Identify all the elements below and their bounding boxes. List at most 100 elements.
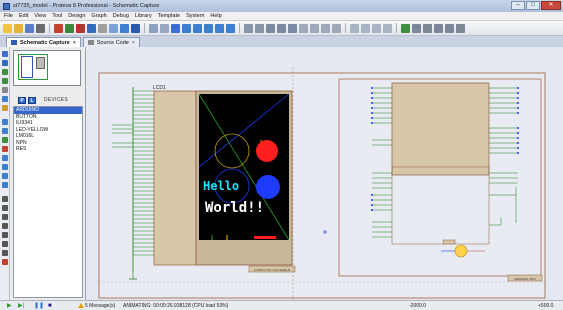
subcircuit-icon[interactable] bbox=[2, 105, 8, 111]
device-item-res[interactable]: RES bbox=[14, 146, 82, 153]
overview-viewport bbox=[21, 56, 33, 78]
remove-sheet-icon[interactable] bbox=[456, 23, 465, 33]
cut-icon[interactable] bbox=[266, 23, 275, 33]
block-delete-icon[interactable] bbox=[332, 23, 341, 33]
wire-autorouter-icon[interactable] bbox=[401, 23, 410, 33]
minimize-button[interactable]: – bbox=[511, 1, 525, 10]
wire-label-icon[interactable] bbox=[2, 78, 8, 84]
library-manager-button[interactable]: L bbox=[28, 96, 36, 104]
zoom-in-icon[interactable] bbox=[193, 23, 202, 33]
zoom-out-icon[interactable] bbox=[204, 23, 213, 33]
resistor[interactable] bbox=[442, 239, 456, 245]
home-icon[interactable] bbox=[54, 23, 63, 33]
save-icon[interactable] bbox=[25, 23, 34, 33]
new-file-icon[interactable] bbox=[3, 23, 12, 33]
pcb-icon[interactable] bbox=[76, 23, 85, 33]
schematic-drawing[interactable]: LCD1 Hello World!! 2.4INCH TFT LCD SHIEL… bbox=[86, 47, 563, 300]
generator-icon[interactable] bbox=[2, 155, 8, 161]
grid-icon[interactable] bbox=[160, 23, 169, 33]
menu-view[interactable]: View bbox=[34, 13, 46, 19]
redo-icon[interactable] bbox=[255, 23, 264, 33]
copy-icon[interactable] bbox=[277, 23, 286, 33]
text-2d-icon[interactable] bbox=[2, 241, 8, 247]
graph-icon[interactable] bbox=[2, 137, 8, 143]
menu-library[interactable]: Library bbox=[135, 13, 152, 19]
symbol-2d-icon[interactable] bbox=[2, 250, 8, 256]
block-copy-icon[interactable] bbox=[299, 23, 308, 33]
arc-2d-icon[interactable] bbox=[2, 223, 8, 229]
tab-schematic-capture[interactable]: Schematic Capture × bbox=[6, 37, 81, 47]
messages-count[interactable]: 5 Message(s) bbox=[85, 303, 115, 309]
3d-view-icon[interactable] bbox=[87, 23, 96, 33]
zoom-all-icon[interactable] bbox=[215, 23, 224, 33]
play-icon[interactable]: ▶ bbox=[7, 303, 12, 309]
yellow-led[interactable] bbox=[454, 244, 468, 258]
menu-debug[interactable]: Debug bbox=[113, 13, 129, 19]
menu-template[interactable]: Template bbox=[158, 13, 180, 19]
menu-help[interactable]: Help bbox=[210, 13, 221, 19]
proteus-app-icon[interactable] bbox=[3, 2, 10, 10]
voltage-probe-icon[interactable] bbox=[2, 164, 8, 170]
menu-design[interactable]: Design bbox=[68, 13, 85, 19]
search-tag-icon[interactable] bbox=[412, 23, 421, 33]
path-2d-icon[interactable] bbox=[2, 232, 8, 238]
circle-2d-icon[interactable] bbox=[2, 214, 8, 220]
lcd-reference: LCD1 bbox=[153, 85, 166, 91]
menu-edit[interactable]: Edit bbox=[19, 13, 28, 19]
current-probe-icon[interactable] bbox=[2, 173, 8, 179]
close-tab-icon[interactable]: × bbox=[132, 40, 135, 46]
menu-graph[interactable]: Graph bbox=[91, 13, 106, 19]
step-icon[interactable]: ▶| bbox=[18, 303, 24, 309]
junction-dot-icon[interactable] bbox=[2, 69, 8, 75]
box-2d-icon[interactable] bbox=[2, 205, 8, 211]
pause-icon[interactable]: ❚❚ bbox=[34, 303, 44, 309]
zoom-area-icon[interactable] bbox=[226, 23, 235, 33]
selection-mode-icon[interactable] bbox=[2, 51, 8, 57]
package-tool-icon[interactable] bbox=[372, 23, 381, 33]
line-2d-icon[interactable] bbox=[2, 196, 8, 202]
maximize-button[interactable]: □ bbox=[526, 1, 540, 10]
source-code-icon[interactable] bbox=[120, 23, 129, 33]
terminals-icon[interactable] bbox=[2, 119, 8, 125]
close-button[interactable]: ✕ bbox=[541, 1, 561, 10]
stop-icon[interactable]: ■ bbox=[48, 303, 52, 309]
overview-window[interactable] bbox=[13, 50, 81, 86]
schematic-tab-icon bbox=[11, 40, 17, 45]
devices-header: P L DEVICES bbox=[10, 95, 86, 105]
block-move-icon[interactable] bbox=[310, 23, 319, 33]
gerber-icon[interactable] bbox=[98, 23, 107, 33]
pick-device-icon[interactable] bbox=[350, 23, 359, 33]
component-mode-icon[interactable] bbox=[2, 60, 8, 66]
menu-tool[interactable]: Tool bbox=[52, 13, 62, 19]
tape-recorder-icon[interactable] bbox=[2, 146, 8, 152]
origin-icon[interactable] bbox=[171, 23, 180, 33]
make-device-icon[interactable] bbox=[361, 23, 370, 33]
refresh-icon[interactable] bbox=[149, 23, 158, 33]
menu-file[interactable]: File bbox=[4, 13, 13, 19]
virtual-instruments-icon[interactable] bbox=[2, 182, 8, 188]
tab-label: Schematic Capture bbox=[20, 39, 70, 46]
help-icon[interactable] bbox=[131, 23, 140, 33]
close-project-icon[interactable] bbox=[36, 23, 45, 33]
device-pins-icon[interactable] bbox=[2, 128, 8, 134]
new-sheet-icon[interactable] bbox=[445, 23, 454, 33]
paste-icon[interactable] bbox=[288, 23, 297, 33]
bom-icon[interactable] bbox=[109, 23, 118, 33]
design-explorer-icon[interactable] bbox=[434, 23, 443, 33]
source-code-tab-icon bbox=[87, 40, 94, 45]
decompose-icon[interactable] bbox=[383, 23, 392, 33]
close-tab-icon[interactable]: × bbox=[73, 40, 76, 46]
pick-devices-button[interactable]: P bbox=[18, 96, 26, 104]
schematic-editing-window[interactable]: LCD1 Hello World!! 2.4INCH TFT LCD SHIEL… bbox=[86, 47, 563, 300]
undo-icon[interactable] bbox=[244, 23, 253, 33]
pan-icon[interactable] bbox=[182, 23, 191, 33]
menu-system[interactable]: System bbox=[186, 13, 204, 19]
marker-2d-icon[interactable] bbox=[2, 259, 8, 265]
open-folder-icon[interactable] bbox=[14, 23, 23, 33]
tab-source-code[interactable]: Source Code × bbox=[82, 37, 140, 47]
block-rotate-icon[interactable] bbox=[321, 23, 330, 33]
property-assignment-icon[interactable] bbox=[423, 23, 432, 33]
buses-icon[interactable] bbox=[2, 96, 8, 102]
text-script-icon[interactable] bbox=[2, 87, 8, 93]
schematic-icon[interactable] bbox=[65, 23, 74, 33]
